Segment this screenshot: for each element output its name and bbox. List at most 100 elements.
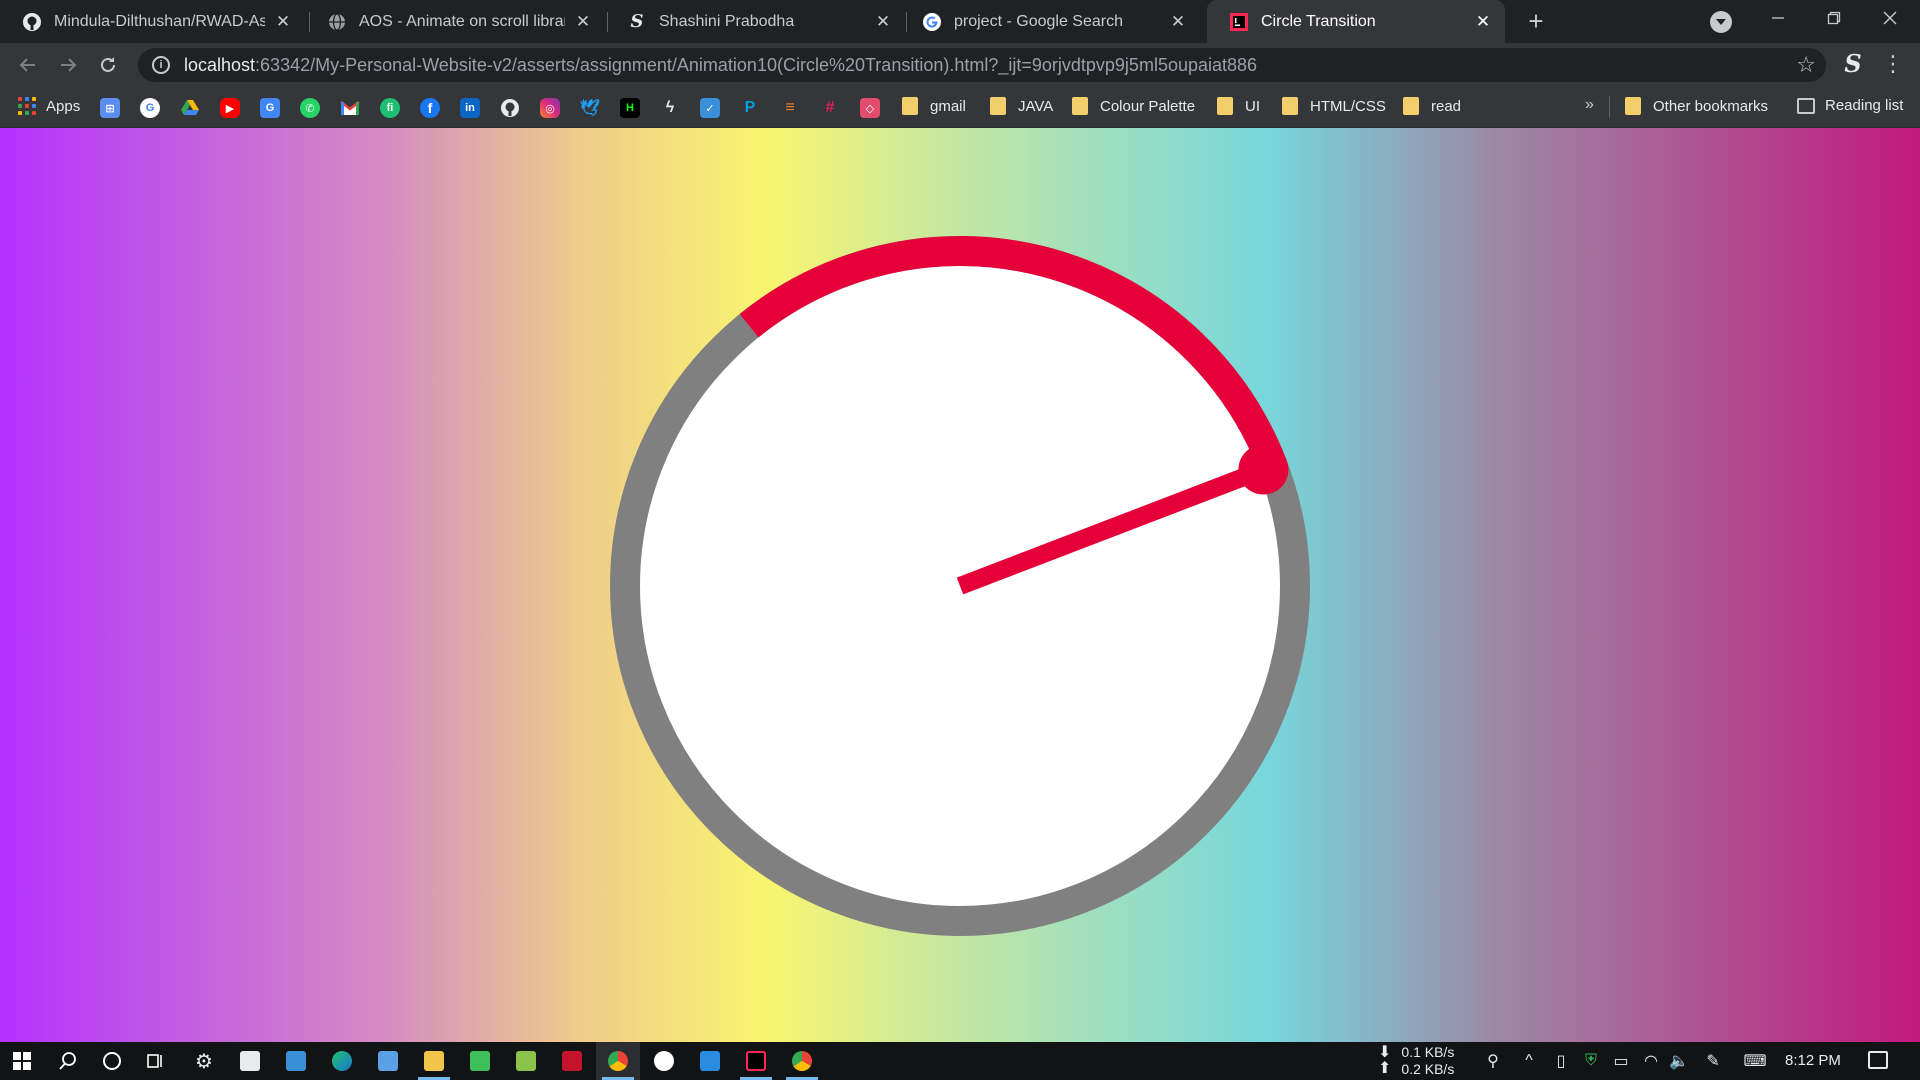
action-center-icon[interactable] [1868, 1051, 1888, 1069]
edge-icon[interactable] [320, 1042, 364, 1080]
gmail-icon[interactable] [340, 98, 360, 118]
window-close-icon[interactable] [1862, 0, 1918, 36]
linkedin-icon[interactable]: in [460, 98, 480, 118]
bookmark-star-icon[interactable]: ☆ [1796, 52, 1816, 78]
circle-transition-animation [610, 236, 1310, 936]
settings-gear-icon[interactable]: ⚙ [182, 1042, 226, 1080]
close-icon[interactable]: ✕ [1168, 12, 1188, 32]
tab-circle-transition[interactable]: Circle Transition ✕ [1207, 0, 1505, 43]
whatsapp-icon[interactable]: ✆ [300, 98, 320, 118]
mail-icon[interactable] [274, 1042, 318, 1080]
keyboard-icon[interactable]: ⌨ [1740, 1051, 1770, 1071]
notepad-plus-icon[interactable] [504, 1042, 548, 1080]
folder-gmail[interactable]: gmail [902, 97, 966, 115]
slack-icon[interactable]: # [820, 98, 840, 118]
script-s-icon: S [630, 11, 644, 32]
close-icon[interactable]: ✕ [1473, 12, 1493, 32]
chrome-icon[interactable] [596, 1042, 640, 1080]
site-info-icon[interactable]: i [152, 56, 170, 74]
tab-aos[interactable]: AOS - Animate on scroll library ✕ [305, 0, 605, 43]
back-icon[interactable] [12, 49, 44, 81]
task-view-icon[interactable] [134, 1042, 178, 1080]
apps-grid-icon [18, 97, 36, 115]
windows-start-icon[interactable] [0, 1042, 44, 1080]
folder-icon [1072, 97, 1088, 115]
youtube-icon[interactable]: ▶ [220, 98, 240, 118]
google-icon [922, 12, 942, 32]
folder-html-css[interactable]: HTML/CSS [1282, 97, 1386, 115]
wifi-icon[interactable]: ◠ [1640, 1051, 1662, 1071]
instagram-icon[interactable]: ◎ [540, 98, 560, 118]
folder-ui[interactable]: UI [1217, 97, 1260, 115]
globe-icon [327, 12, 347, 32]
codepen-icon[interactable]: ◇ [860, 98, 880, 118]
facebook-icon[interactable]: f [420, 98, 440, 118]
folder-read[interactable]: read [1403, 97, 1461, 115]
oracle-app-icon[interactable] [550, 1042, 594, 1080]
drive-icon[interactable] [180, 98, 200, 118]
hackernoon-icon[interactable]: H [620, 98, 640, 118]
show-hidden-icons-icon[interactable]: ^ [1518, 1051, 1540, 1071]
stackblitz-icon[interactable]: ϟ [660, 98, 680, 118]
stackoverflow-icon[interactable]: ≡ [780, 98, 800, 118]
security-shield-icon[interactable]: ⛨ [1580, 1051, 1602, 1071]
menu-icon[interactable]: ⋮ [1882, 51, 1904, 79]
paypal-icon[interactable]: P [740, 98, 760, 118]
spreadsheet-app-icon[interactable] [458, 1042, 502, 1080]
close-icon[interactable]: ✕ [873, 12, 893, 32]
reading-list[interactable]: Reading list [1797, 97, 1903, 114]
fiverr-icon[interactable]: fi [380, 98, 400, 118]
tab-search-icon[interactable] [1710, 11, 1732, 33]
github-icon[interactable] [500, 98, 520, 118]
search-icon[interactable] [46, 1042, 90, 1080]
volume-icon[interactable]: 🔈 [1668, 1051, 1690, 1071]
cortana-icon[interactable] [90, 1042, 134, 1080]
chrome-profile-icon[interactable] [780, 1042, 824, 1080]
battery-icon[interactable]: ▭ [1610, 1051, 1632, 1071]
tab-title: project - Google Search [954, 12, 1123, 30]
url-host: localhost [184, 54, 256, 75]
google-icon[interactable]: G [140, 98, 160, 118]
pen-icon[interactable]: ✎ [1702, 1051, 1724, 1071]
tab-shashini[interactable]: S Shashini Prabodha ✕ [605, 0, 905, 43]
device-icon[interactable]: ▯ [1550, 1051, 1572, 1071]
folder-colour-palette[interactable]: Colour Palette [1072, 97, 1195, 115]
twitter-icon[interactable]: 🕊 [580, 98, 600, 118]
folder-other-bookmarks[interactable]: Other bookmarks [1625, 97, 1768, 115]
folder-label: Colour Palette [1100, 97, 1196, 115]
folder-icon [1282, 97, 1298, 115]
microsoft-store-icon[interactable]: ⊞ [100, 98, 120, 118]
folder-label: gmail [930, 97, 966, 115]
browser-toolbar: i localhost:63342/My-Personal-Website-v2… [0, 43, 1920, 87]
translate-icon[interactable]: G [260, 98, 280, 118]
flutter-icon[interactable]: ✓ [700, 98, 720, 118]
extension-icon[interactable]: S [1840, 51, 1866, 77]
people-icon[interactable]: ⚲ [1482, 1051, 1504, 1071]
tab-title: Shashini Prabodha [659, 12, 795, 30]
close-icon[interactable]: ✕ [273, 12, 293, 32]
forward-icon[interactable] [52, 49, 84, 81]
vscode-icon[interactable] [688, 1042, 732, 1080]
intellij-icon[interactable] [734, 1042, 778, 1080]
minimize-icon[interactable] [1750, 0, 1806, 36]
clock-time[interactable]: 8:12 PM [1785, 1052, 1841, 1069]
intellij-icon [1229, 12, 1249, 32]
close-icon[interactable]: ✕ [573, 12, 593, 32]
folder-icon [990, 97, 1006, 115]
address-bar[interactable]: i localhost:63342/My-Personal-Website-v2… [138, 48, 1826, 82]
apps-bookmark[interactable]: Apps [18, 97, 80, 115]
tab-google-search[interactable]: project - Google Search ✕ [900, 0, 1200, 43]
reload-icon[interactable] [92, 49, 124, 81]
tab-title: Mindula-Dilthushan/RWAD-Assig [54, 12, 265, 30]
new-tab-button[interactable]: + [1520, 6, 1552, 38]
tab-strip: Mindula-Dilthushan/RWAD-Assig ✕ AOS - An… [0, 0, 1920, 43]
more-bookmarks-icon[interactable]: » [1585, 96, 1594, 114]
file-explorer-icon[interactable] [412, 1042, 456, 1080]
folder-java[interactable]: JAVA [990, 97, 1053, 115]
restore-icon[interactable] [1806, 0, 1862, 36]
tab-github[interactable]: Mindula-Dilthushan/RWAD-Assig ✕ [0, 0, 305, 43]
azure-data-studio-icon[interactable] [366, 1042, 410, 1080]
folder-icon [1217, 97, 1233, 115]
store-icon[interactable] [228, 1042, 272, 1080]
word-app-icon[interactable] [642, 1042, 686, 1080]
